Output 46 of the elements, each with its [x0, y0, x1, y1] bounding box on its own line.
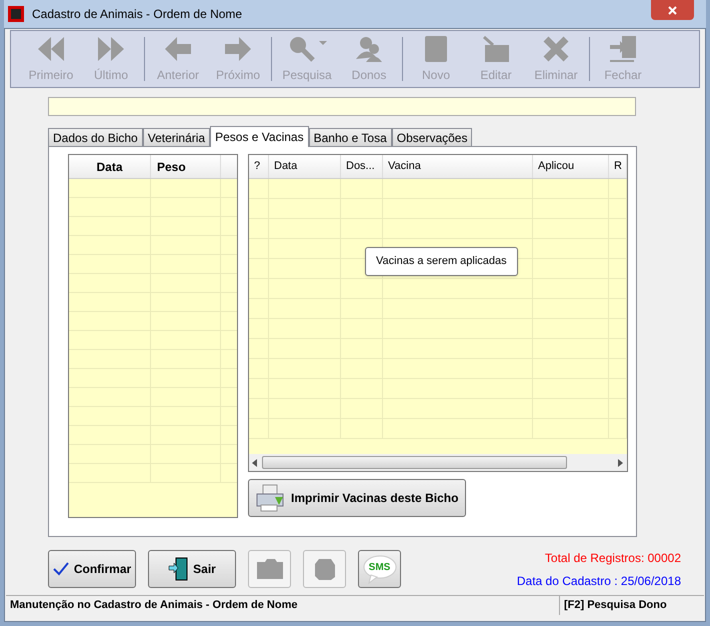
column-header: R	[609, 155, 627, 178]
column-header: Aplicou	[533, 155, 609, 178]
edit-icon	[481, 34, 511, 62]
action-button[interactable]: Confirmar	[48, 550, 136, 588]
sms-button[interactable]: SMS	[358, 550, 401, 588]
scroll-left-icon	[252, 458, 258, 466]
close-icon	[668, 6, 677, 14]
column-header: Dos...	[341, 155, 383, 178]
people-icon	[354, 34, 384, 62]
sms-label: SMS	[368, 561, 390, 575]
tab[interactable]: Pesos e Vacinas	[210, 126, 309, 147]
window-title: Cadastro de Animais - Ordem de Nome	[32, 6, 244, 23]
checkmark-icon	[52, 562, 69, 576]
total-records: Total de Registros: 00002	[544, 550, 681, 566]
search-icon	[287, 34, 327, 62]
tab[interactable]: Observações	[392, 128, 472, 146]
print-button[interactable]: Imprimir Vacinas deste Bicho	[248, 479, 466, 517]
status-text: [F2] Pesquisa Dono	[559, 596, 704, 615]
horizontal-scrollbar[interactable]	[249, 454, 627, 471]
printer-icon	[255, 483, 285, 513]
close-button[interactable]	[651, 0, 694, 20]
tab[interactable]: Dados do Bicho	[48, 128, 143, 146]
exit-door-icon	[608, 34, 638, 62]
speech-bubble-icon	[362, 554, 396, 584]
action-button[interactable]: Sair	[148, 550, 236, 588]
tooltip: Vacinas a serem aplicadas	[365, 247, 518, 276]
door-icon	[168, 557, 188, 581]
column-header: Data	[69, 155, 151, 178]
column-header: Data	[269, 155, 341, 178]
name-field[interactable]	[48, 96, 636, 116]
camera-icon	[254, 557, 284, 581]
tab[interactable]: Banho e Tosa	[308, 128, 392, 146]
arrow-right-icon	[223, 34, 253, 62]
column-header: Vacina	[383, 155, 533, 178]
blob-icon	[312, 557, 336, 581]
scroll-right-icon	[618, 458, 624, 466]
double-arrow-right-icon	[96, 34, 126, 62]
app-logo-icon	[8, 6, 24, 22]
status-text: Manutenção no Cadastro de Animais - Ordem de Nome	[9, 598, 298, 614]
column-header: Peso	[151, 155, 221, 178]
tab[interactable]: Veterinária	[142, 128, 210, 146]
double-arrow-left-icon	[36, 34, 66, 62]
column-header: ?	[249, 155, 269, 178]
registration-date: Data do Cadastro : 25/06/2018	[516, 572, 681, 590]
arrow-left-icon	[163, 34, 193, 62]
x-icon	[541, 34, 571, 62]
